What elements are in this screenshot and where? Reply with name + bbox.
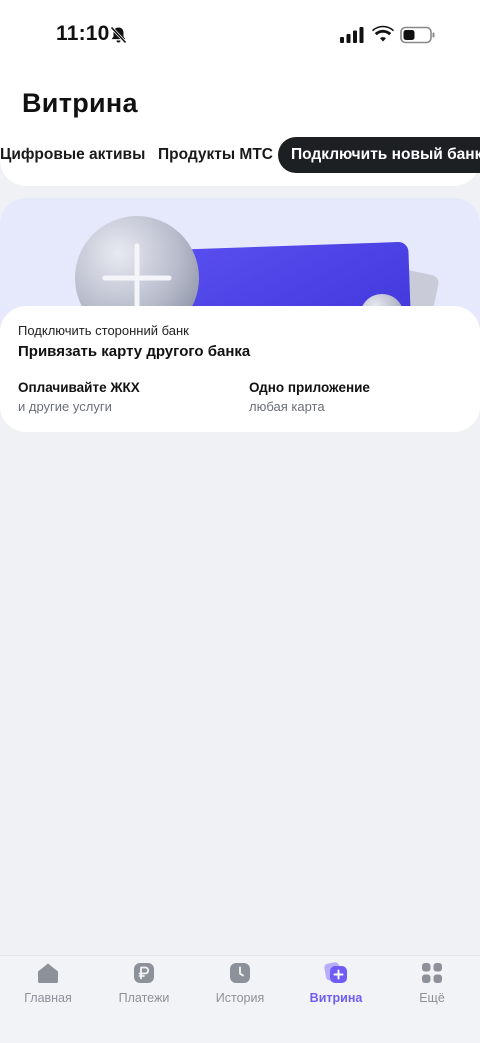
promo-title: Привязать карту другого банка	[18, 343, 251, 360]
tab-mts-products[interactable]: Продукты МТС	[158, 137, 273, 173]
feature-title: Одно приложение	[249, 380, 370, 395]
bottom-nav: Главная Платежи История Витрина Ещё	[0, 955, 480, 1043]
nav-label: Витрина	[309, 991, 363, 1005]
ruble-icon	[134, 963, 154, 983]
feature-title: Оплачивайте ЖКХ	[18, 380, 140, 395]
status-bar: 11:10	[0, 0, 480, 70]
header: 11:10 Витрина Цифровые активы Продукты М…	[0, 0, 480, 186]
home-icon	[38, 963, 58, 983]
nav-label: Главная	[24, 991, 72, 1005]
feature-subtitle: и другие услуги	[18, 399, 112, 414]
clock-icon	[230, 963, 250, 983]
bell-off-icon	[110, 26, 127, 44]
wifi-icon	[372, 25, 394, 42]
nav-more[interactable]: Ещё	[384, 956, 480, 1016]
nav-history[interactable]: История	[192, 956, 288, 1016]
signal-icon	[340, 27, 364, 43]
promo-content: Подключить сторонний банк Привязать карт…	[0, 306, 480, 432]
nav-label: Ещё	[419, 991, 445, 1005]
battery-icon	[400, 26, 435, 44]
nav-payments[interactable]: Платежи	[96, 956, 192, 1016]
nav-label: Платежи	[118, 991, 170, 1005]
promo-overline: Подключить сторонний банк	[18, 323, 189, 338]
tab-digital-assets[interactable]: Цифровые активы	[0, 137, 145, 173]
nav-showcase[interactable]: Витрина	[288, 956, 384, 1016]
tab-connect-new-bank[interactable]: Подключить новый банк	[278, 137, 480, 173]
nav-home[interactable]: Главная	[0, 956, 96, 1016]
status-time: 11:10	[56, 22, 110, 45]
connect-bank-card[interactable]: Подключить сторонний банк Привязать карт…	[0, 198, 480, 432]
feature-subtitle: любая карта	[249, 399, 325, 414]
showcase-icon	[324, 962, 347, 983]
page-title: Витрина	[22, 88, 138, 118]
grid-icon	[422, 963, 442, 983]
nav-label: История	[215, 991, 265, 1005]
tabs-bar: Цифровые активы Продукты МТС Подключить …	[0, 137, 480, 173]
